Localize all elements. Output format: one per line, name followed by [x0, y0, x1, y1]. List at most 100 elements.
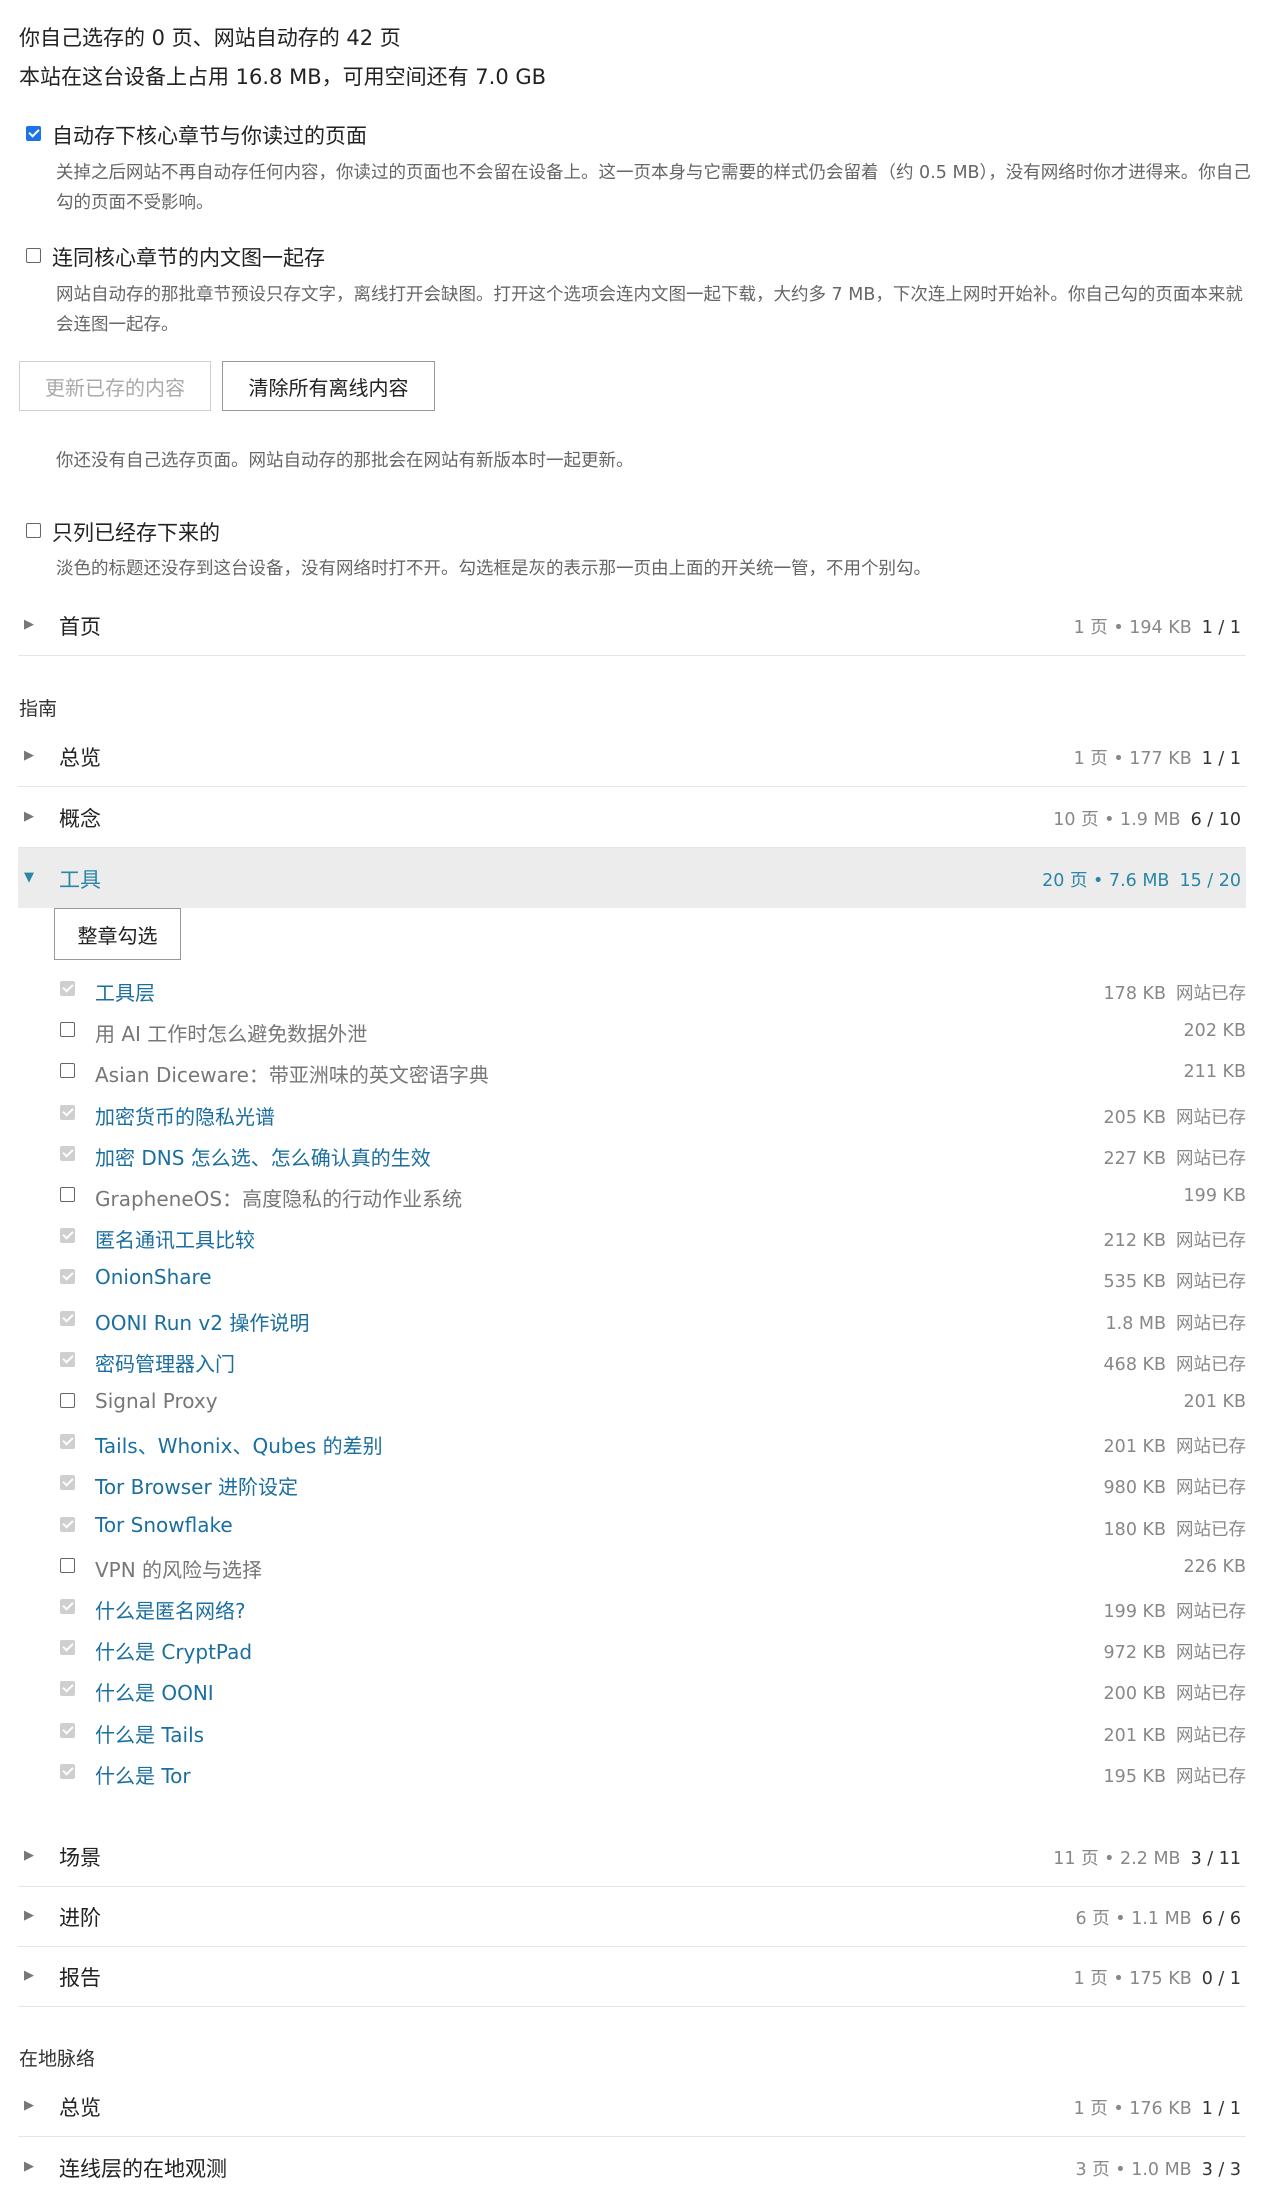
page-item-checkbox[interactable]	[60, 1187, 75, 1202]
page-item[interactable]: OnionShare 535 KB 网站已存	[60, 1259, 1246, 1300]
page-item[interactable]: 加密 DNS 怎么选、怎么确认真的生效 227 KB 网站已存	[60, 1136, 1246, 1177]
page-item[interactable]: 什么是 OONI 200 KB 网站已存	[60, 1671, 1246, 1712]
page-item[interactable]: 什么是 CryptPad 972 KB 网站已存	[60, 1630, 1246, 1671]
page-item-title[interactable]: OONI Run v2 操作说明	[95, 1307, 309, 1336]
page-item-size: 180 KB 网站已存	[1103, 1520, 1246, 1540]
page-item[interactable]: OONI Run v2 操作说明 1.8 MB 网站已存	[60, 1301, 1246, 1342]
page-item-title[interactable]: 加密货币的隐私光谱	[95, 1101, 275, 1130]
page-item-size: 205 KB 网站已存	[1103, 1108, 1246, 1128]
page-item-title: GrapheneOS：高度隐私的行动作业系统	[95, 1187, 463, 1211]
page-item[interactable]: Signal Proxy 201 KB	[60, 1383, 1246, 1424]
auto-save-checkbox[interactable]	[26, 126, 41, 141]
section-row-reports[interactable]: ▶ 报告 1 页 • 175 KB 0 / 1	[18, 1946, 1246, 2007]
section-name: 场景	[59, 1846, 101, 1870]
section-count: 1 / 1	[1201, 2099, 1241, 2119]
saved-only-checkbox[interactable]	[26, 523, 41, 538]
section-meta: 1 页 • 194 KB 1 / 1	[1073, 618, 1241, 638]
page-item-checkbox	[60, 1228, 75, 1243]
section-row-scenarios[interactable]: ▶ 场景 11 页 • 2.2 MB 3 / 11	[18, 1826, 1246, 1887]
page-item-checkbox[interactable]	[60, 1558, 75, 1573]
section-row-tools[interactable]: ▼ 工具 20 页 • 7.6 MB 15 / 20	[18, 848, 1246, 908]
page-item-title[interactable]: Tor Snowflake	[95, 1513, 233, 1537]
page-item[interactable]: 什么是 Tor 195 KB 网站已存	[60, 1754, 1246, 1795]
saved-status-label: 网站已存	[1176, 1149, 1246, 1169]
section-count: 1 / 1	[1201, 749, 1241, 769]
group-title-local: 在地脉络	[19, 2048, 96, 2070]
page-item[interactable]: Tor Browser 进阶设定 980 KB 网站已存	[60, 1465, 1246, 1506]
page-item-size: 211 KB	[1183, 1062, 1246, 1082]
page-item-title[interactable]: 什么是 CryptPad	[95, 1636, 252, 1665]
page-item[interactable]: 加密货币的隐私光谱 205 KB 网站已存	[60, 1095, 1246, 1136]
section-row-local-overview[interactable]: ▶ 总览 1 页 • 176 KB 1 / 1	[18, 2076, 1246, 2137]
page-item-checkbox	[60, 1640, 75, 1655]
page-item-size: 972 KB 网站已存	[1103, 1643, 1246, 1663]
page-item-size: 199 KB 网站已存	[1103, 1602, 1246, 1622]
page-item[interactable]: GrapheneOS：高度隐私的行动作业系统 199 KB	[60, 1177, 1246, 1218]
page-item[interactable]: 工具层 178 KB 网站已存	[60, 971, 1246, 1012]
section-row-overview[interactable]: ▶ 总览 1 页 • 177 KB 1 / 1	[18, 726, 1246, 787]
section-row-home[interactable]: ▶ 首页 1 页 • 194 KB 1 / 1	[18, 595, 1246, 656]
page-item-title[interactable]: 什么是匿名网络?	[95, 1595, 246, 1624]
section-meta: 1 页 • 176 KB 1 / 1	[1073, 2099, 1241, 2119]
offline-settings-page: 你自己选存的 0 页、网站自动存的 42 页 本站在这台设备上占用 16.8 M…	[0, 0, 1280, 2181]
page-item-title[interactable]: OnionShare	[95, 1265, 212, 1289]
page-item[interactable]: Tor Snowflake 180 KB 网站已存	[60, 1507, 1246, 1548]
saved-status-label: 网站已存	[1176, 1437, 1246, 1457]
saved-only-description: 淡色的标题还没存到这台设备，没有网络时打不开。勾选框是灰的表示那一页由上面的开关…	[56, 559, 931, 579]
update-saved-button[interactable]: 更新已存的内容	[19, 361, 211, 411]
self-saved-note: 你还没有自己选存页面。网站自动存的那批会在网站有新版本时一起更新。	[56, 451, 634, 471]
section-name: 报告	[59, 1966, 101, 1990]
page-item[interactable]: VPN 的风险与选择 226 KB	[60, 1548, 1246, 1589]
section-meta: 3 页 • 1.0 MB 3 / 3	[1075, 2160, 1241, 2180]
page-item-checkbox[interactable]	[60, 1393, 75, 1408]
page-item[interactable]: Asian Diceware：带亚洲味的英文密语字典 211 KB	[60, 1053, 1246, 1094]
page-item-title[interactable]: 密码管理器入门	[95, 1348, 235, 1377]
with-images-label[interactable]: 连同核心章节的内文图一起存	[52, 242, 325, 272]
page-item[interactable]: 密码管理器入门 468 KB 网站已存	[60, 1342, 1246, 1383]
page-item-title[interactable]: Tails、Whonix、Qubes 的差别	[95, 1430, 383, 1459]
section-row-local-network[interactable]: ▶ 连线层的在地观测 3 页 • 1.0 MB 3 / 3	[18, 2137, 1246, 2197]
page-item-title[interactable]: Tor Browser 进阶设定	[95, 1471, 298, 1500]
saved-only-label[interactable]: 只列已经存下来的	[52, 517, 220, 547]
chevron-right-icon: ▶	[24, 617, 34, 632]
section-row-advanced[interactable]: ▶ 进阶 6 页 • 1.1 MB 6 / 6	[18, 1886, 1246, 1947]
page-item-checkbox	[60, 1475, 75, 1490]
page-item-checkbox	[60, 1269, 75, 1284]
section-name: 总览	[59, 2096, 101, 2120]
page-item-title[interactable]: 什么是 Tor	[95, 1760, 191, 1789]
page-item-size: 201 KB 网站已存	[1103, 1726, 1246, 1746]
page-item-checkbox[interactable]	[60, 1022, 75, 1037]
section-name: 总览	[59, 746, 101, 770]
saved-status-label: 网站已存	[1176, 1478, 1246, 1498]
page-item-title[interactable]: 工具层	[95, 977, 155, 1006]
auto-save-label[interactable]: 自动存下核心章节与你读过的页面	[52, 120, 367, 150]
page-item-checkbox	[60, 1146, 75, 1161]
section-name: 工具	[59, 868, 101, 892]
saved-status-label: 网站已存	[1176, 1231, 1246, 1251]
page-item[interactable]: 用 AI 工作时怎么避免数据外泄 202 KB	[60, 1012, 1246, 1053]
page-item[interactable]: Tails、Whonix、Qubes 的差别 201 KB 网站已存	[60, 1424, 1246, 1465]
section-meta: 1 页 • 177 KB 1 / 1	[1073, 749, 1241, 769]
page-item-title[interactable]: 什么是 OONI	[95, 1677, 214, 1706]
saved-status-label: 网站已存	[1176, 1520, 1246, 1540]
page-item-title: 用 AI 工作时怎么避免数据外泄	[95, 1022, 368, 1046]
section-row-concepts[interactable]: ▶ 概念 10 页 • 1.9 MB 6 / 10	[18, 787, 1246, 848]
page-item[interactable]: 匿名通讯工具比较 212 KB 网站已存	[60, 1218, 1246, 1259]
page-item-checkbox	[60, 1434, 75, 1449]
section-name: 连线层的在地观测	[59, 2157, 227, 2181]
page-item[interactable]: 什么是 Tails 201 KB 网站已存	[60, 1713, 1246, 1754]
chevron-right-icon: ▶	[24, 2159, 34, 2174]
clear-offline-button[interactable]: 清除所有离线内容	[222, 361, 435, 411]
chevron-down-icon: ▼	[24, 870, 34, 885]
with-images-checkbox[interactable]	[26, 248, 41, 263]
page-item-title[interactable]: 什么是 Tails	[95, 1719, 204, 1748]
page-item-size: 227 KB 网站已存	[1103, 1149, 1246, 1169]
section-count: 3 / 3	[1201, 2160, 1241, 2180]
page-item-title[interactable]: 加密 DNS 怎么选、怎么确认真的生效	[95, 1142, 431, 1171]
page-item-size: 200 KB 网站已存	[1103, 1684, 1246, 1704]
select-chapter-button[interactable]: 整章勾选	[54, 908, 181, 960]
page-item[interactable]: 什么是匿名网络? 199 KB 网站已存	[60, 1589, 1246, 1630]
page-item-checkbox[interactable]	[60, 1063, 75, 1078]
page-item-title[interactable]: 匿名通讯工具比较	[95, 1224, 255, 1253]
page-item-checkbox	[60, 981, 75, 996]
